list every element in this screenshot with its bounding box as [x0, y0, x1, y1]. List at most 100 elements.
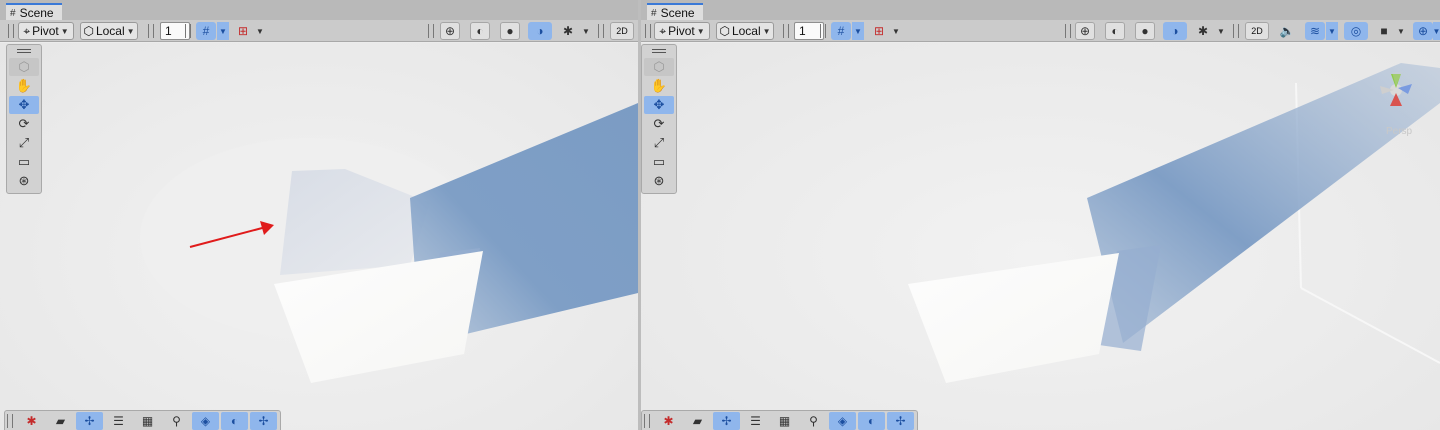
scale-tool-button[interactable]: ⤢ [644, 134, 674, 152]
camera-settings-button[interactable]: ■ [1374, 22, 1394, 40]
crosshair-icon[interactable]: ✢ [887, 411, 914, 430]
grid-icon[interactable]: ▦ [134, 412, 161, 430]
tools-handle[interactable] [9, 47, 39, 55]
audio-toggle[interactable]: 🔈 [1277, 22, 1297, 40]
search-icon[interactable]: ⚲ [163, 412, 190, 430]
increment-snap-dropdown[interactable]: ▼ [890, 22, 902, 40]
scene-tab[interactable]: # Scene [647, 3, 703, 21]
debug-draw-button[interactable]: ✱ [1193, 22, 1213, 40]
view-tool-button[interactable]: ⬡ [9, 58, 39, 76]
pivot-dropdown[interactable]: ⌖ Pivot ▼ [18, 22, 74, 40]
lighting-toggle[interactable]: ◑ [528, 22, 552, 40]
scale-tool-button[interactable]: ⤢ [9, 134, 39, 152]
grid-snap-toggle[interactable]: # [196, 22, 216, 40]
move-icon: ✥ [18, 97, 30, 112]
hand-tool-button[interactable]: ✋ [9, 77, 39, 95]
debug-draw-dropdown[interactable]: ▼ [1215, 22, 1227, 40]
scene-tab[interactable]: # Scene [6, 3, 62, 21]
rotate-tool-button[interactable]: ⟳ [644, 115, 674, 133]
rotate-tool-button[interactable]: ⟳ [9, 115, 39, 133]
chevron-down-icon: ▼ [126, 26, 135, 36]
toolbar-grip[interactable] [428, 24, 434, 38]
pivot-label: Pivot [32, 24, 59, 38]
scene-viewport[interactable] [0, 43, 638, 430]
2d-mode-toggle[interactable]: 2D [1245, 22, 1269, 40]
toolbar-grip[interactable] [185, 24, 191, 38]
sliders-icon[interactable]: ☰ [742, 412, 769, 430]
sliders-icon[interactable]: ☰ [105, 412, 132, 430]
grid-snap-dropdown[interactable]: ▼ [852, 22, 864, 40]
grid-icon[interactable]: ▦ [771, 412, 798, 430]
orientation-gizmo[interactable]: Persp [1372, 60, 1432, 140]
toolbar-grip[interactable] [148, 24, 154, 38]
scene-render [140, 103, 638, 383]
transform-tool-button[interactable]: ⊛ [644, 172, 674, 190]
persp-label[interactable]: Persp [1386, 126, 1412, 137]
pivot-icon: ⌖ [23, 23, 31, 38]
move-tool-button[interactable]: ✥ [9, 96, 39, 114]
scene-viewport[interactable] [641, 43, 1440, 430]
toolbar-grip[interactable] [7, 413, 13, 428]
increment-snap-dropdown[interactable]: ▼ [254, 22, 266, 40]
visibility-toggle[interactable]: ◎ [1344, 22, 1368, 40]
camera-icon[interactable]: ▰ [47, 412, 74, 430]
grid-snap-dropdown[interactable]: ▼ [217, 22, 229, 40]
local-icon: ⬡ [719, 24, 730, 38]
pivot-dropdown[interactable]: ⌖ Pivot ▼ [654, 22, 710, 40]
increment-snap-toggle[interactable]: ⊞ [233, 22, 253, 40]
layers-icon[interactable]: ◈ [192, 411, 219, 430]
scale-icon: ⤢ [18, 135, 30, 150]
gizmos-dropdown[interactable]: ▼ [1433, 22, 1440, 40]
toolbar-grip[interactable] [644, 413, 650, 428]
move-tool-button[interactable]: ✥ [644, 96, 674, 114]
toolbar-grip[interactable] [820, 24, 826, 38]
increment-snap-toggle[interactable]: ⊞ [869, 22, 889, 40]
toolbar-grip[interactable] [645, 24, 651, 38]
toolbar-grip[interactable] [783, 24, 789, 38]
moon-icon[interactable]: ◐ [221, 411, 248, 430]
rect-icon: ▭ [17, 154, 31, 169]
scene-panel-left: # Scene ⌖ Pivot ▼ ⬡ Local ▼ 1 # ▼ ⊞ ▼ ⊕ … [0, 0, 638, 430]
local-dropdown[interactable]: ⬡ Local ▼ [716, 22, 774, 40]
bug-icon[interactable]: ✱ [18, 412, 45, 430]
wireframe-mode-button[interactable]: ⊕ [440, 22, 460, 40]
layers-icon[interactable]: ◈ [829, 411, 856, 430]
crosshair-icon[interactable]: ✢ [250, 411, 277, 430]
move-icon: ✥ [653, 97, 665, 112]
moon-icon[interactable]: ◐ [858, 411, 885, 430]
grid-snap-toggle[interactable]: # [831, 22, 851, 40]
debug-draw-dropdown[interactable]: ▼ [580, 22, 592, 40]
view-tool-button[interactable]: ⬡ [644, 58, 674, 76]
effects-toggle[interactable]: ≋ [1305, 22, 1325, 40]
rect-tool-button[interactable]: ▭ [9, 153, 39, 171]
pivot-icon: ⌖ [659, 23, 667, 38]
2d-mode-toggle[interactable]: 2D [610, 22, 634, 40]
effects-dropdown[interactable]: ▼ [1326, 22, 1338, 40]
toolbar-grip[interactable] [8, 24, 14, 38]
move-icon[interactable]: ✢ [76, 411, 103, 430]
transform-tool-button[interactable]: ⊛ [9, 172, 39, 190]
toolbar-grip[interactable] [598, 24, 604, 38]
shaded-wireframe-mode-button[interactable]: ◐ [1105, 22, 1125, 40]
chevron-down-icon: ▼ [60, 26, 69, 36]
toolbar-grip[interactable] [1233, 24, 1239, 38]
shaded-wireframe-mode-button[interactable]: ◐ [470, 22, 490, 40]
wireframe-mode-button[interactable]: ⊕ [1075, 22, 1095, 40]
camera-settings-dropdown[interactable]: ▼ [1395, 22, 1407, 40]
debug-draw-button[interactable]: ✱ [558, 22, 578, 40]
search-icon[interactable]: ⚲ [800, 412, 827, 430]
pivot-label: Pivot [668, 24, 695, 38]
shaded-mode-button[interactable]: ● [1135, 22, 1155, 40]
hand-tool-button[interactable]: ✋ [644, 77, 674, 95]
toolbar-grip[interactable] [1065, 24, 1071, 38]
local-dropdown[interactable]: ⬡ Local ▼ [80, 22, 138, 40]
hand-icon: ✋ [650, 78, 668, 93]
bug-icon[interactable]: ✱ [655, 412, 682, 430]
gizmos-toggle[interactable]: ⊕ [1413, 22, 1433, 40]
lighting-toggle[interactable]: ◑ [1163, 22, 1187, 40]
rect-tool-button[interactable]: ▭ [644, 153, 674, 171]
move-icon[interactable]: ✢ [713, 411, 740, 430]
tools-handle[interactable] [644, 47, 674, 55]
camera-icon[interactable]: ▰ [684, 412, 711, 430]
shaded-mode-button[interactable]: ● [500, 22, 520, 40]
